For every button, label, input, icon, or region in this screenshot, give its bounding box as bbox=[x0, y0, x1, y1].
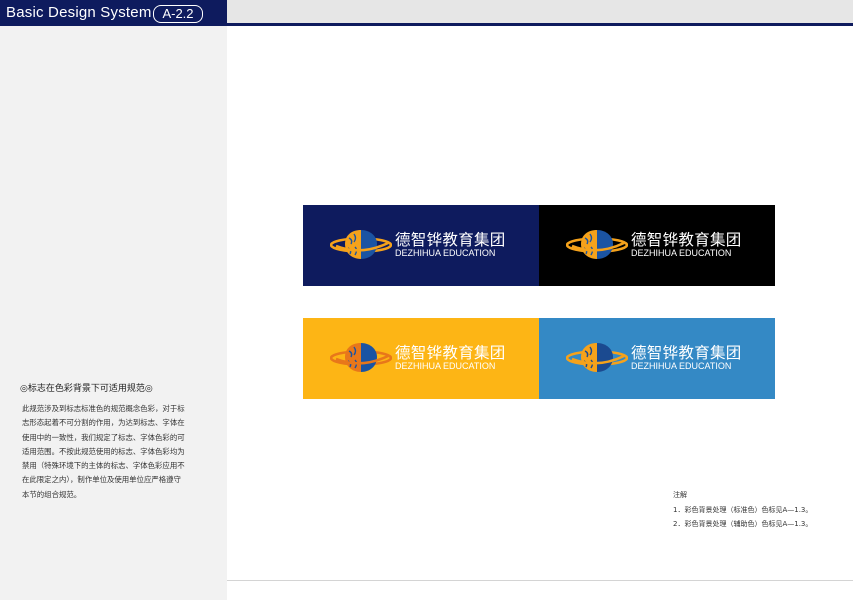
logo-swatch-black: 德智铧教育集团 DEZHIHUA EDUCATION bbox=[539, 205, 775, 286]
notes-title: 注解 bbox=[673, 491, 687, 499]
note-item: 2．彩色背景处理（辅助色）色标见A—1.3。 bbox=[673, 520, 813, 528]
header-title-bar: Basic Design System A-2.2 bbox=[0, 0, 227, 26]
logo-name-en: DEZHIHUA EDUCATION bbox=[631, 361, 732, 371]
section-description: 此规范涉及到标志标准色的规范概念色彩，对于标志形态起着不可分割的作用，为达到标志… bbox=[22, 404, 185, 499]
logo-name-cn: 德智铧教育集团 bbox=[631, 344, 742, 362]
logo-swatch-blue: 德智铧教育集团 DEZHIHUA EDUCATION bbox=[539, 318, 775, 399]
globe-brain-ring-icon bbox=[566, 343, 628, 372]
logo-name-cn: 德智铧教育集团 bbox=[395, 344, 506, 362]
section-code-badge: A-2.2 bbox=[153, 5, 203, 23]
logo-name-en: DEZHIHUA EDUCATION bbox=[395, 361, 496, 371]
header-rule bbox=[227, 23, 853, 26]
logo-name-en: DEZHIHUA EDUCATION bbox=[631, 248, 732, 258]
logo-name-en: DEZHIHUA EDUCATION bbox=[395, 248, 496, 258]
logo-name-cn: 德智铧教育集团 bbox=[395, 231, 506, 249]
section-heading: ◎标志在色彩背景下可适用规范◎ bbox=[20, 384, 153, 394]
document-title: Basic Design System bbox=[6, 4, 152, 21]
header-bar bbox=[227, 0, 853, 23]
globe-brain-ring-icon bbox=[330, 343, 392, 372]
globe-brain-ring-icon bbox=[330, 230, 392, 259]
left-panel bbox=[0, 0, 227, 600]
globe-brain-ring-icon bbox=[566, 230, 628, 259]
note-item: 1．彩色背景处理（标准色）色标见A—1.3。 bbox=[673, 506, 813, 514]
logo-swatch-navy: 德智铧教育集团 DEZHIHUA EDUCATION bbox=[303, 205, 539, 286]
logo-name-cn: 德智铧教育集团 bbox=[631, 231, 742, 249]
footer-rule bbox=[227, 580, 853, 581]
logo-swatch-yellow: 德智铧教育集团 DEZHIHUA EDUCATION bbox=[303, 318, 539, 399]
